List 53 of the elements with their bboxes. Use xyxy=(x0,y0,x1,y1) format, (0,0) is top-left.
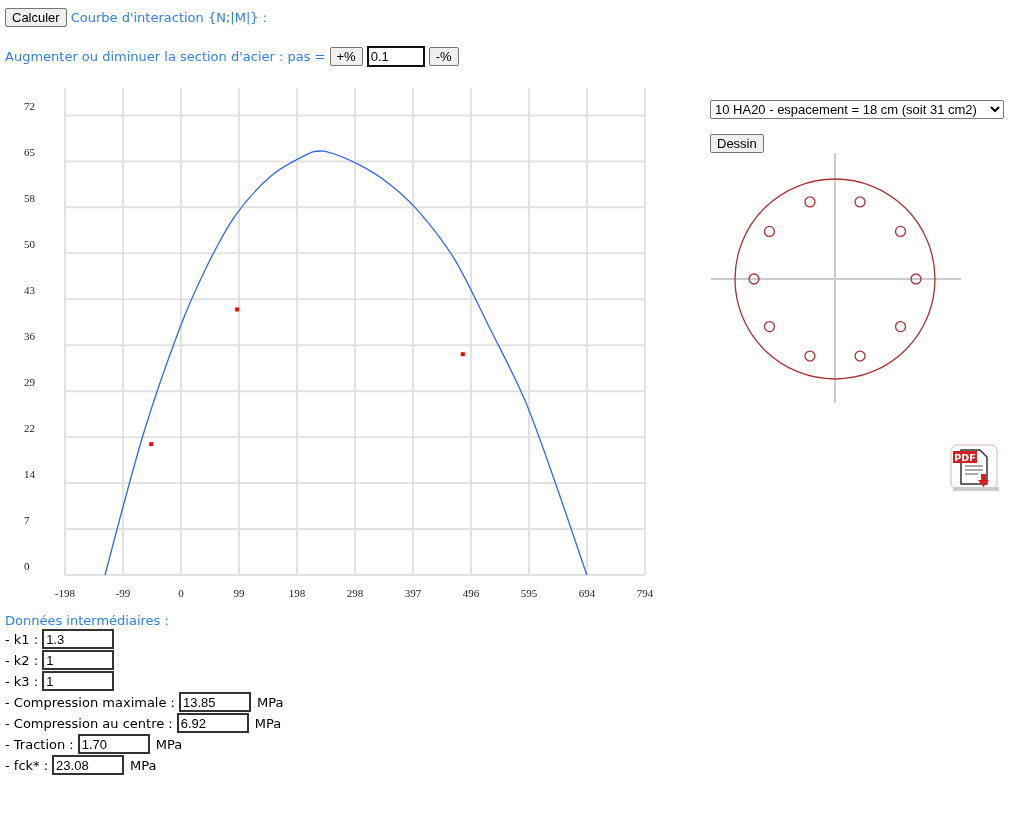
decrease-button[interactable]: -% xyxy=(428,46,459,66)
section-title: Données intermédiaires : xyxy=(5,613,169,628)
unit-label: MPa xyxy=(254,715,282,731)
unit-label: MPa xyxy=(257,694,284,710)
field-label: - k1 : xyxy=(5,631,39,647)
axis-label: 58 xyxy=(24,192,35,205)
axis-label: 595 xyxy=(520,587,538,599)
field-label: - k2 : xyxy=(5,652,39,668)
axis-label: 694 xyxy=(578,587,596,599)
value-field[interactable]: 1.70 xyxy=(77,734,150,754)
unit-label: MPa xyxy=(155,736,183,752)
axis-label: 50 xyxy=(24,238,35,251)
axis-label: 0 xyxy=(178,587,184,599)
step-field[interactable]: 0.1 xyxy=(366,45,425,67)
axis-label: 29 xyxy=(24,376,35,389)
axis-label: 0 xyxy=(24,560,30,572)
value-field[interactable]: 6.92 xyxy=(176,713,249,733)
axis-label: 99 xyxy=(233,587,245,599)
axis-label: 7 xyxy=(24,514,30,527)
data-point xyxy=(235,307,240,312)
field-label: - Traction : xyxy=(5,736,74,752)
axis-label: 72 xyxy=(24,100,35,113)
axis-label: -198 xyxy=(54,587,76,599)
axis-label: -99 xyxy=(115,587,131,599)
axis-label: 65 xyxy=(24,146,35,159)
value-field[interactable]: 13.85 xyxy=(179,692,251,712)
axis-label: 496 xyxy=(462,587,480,599)
axis-label: 794 xyxy=(636,587,654,599)
axis-label: 397 xyxy=(404,587,422,599)
calculate-button[interactable]: Calculer xyxy=(5,7,67,27)
field-label: - fck* : xyxy=(5,757,49,773)
increase-button[interactable]: +% xyxy=(329,46,363,66)
value-field[interactable]: 1.3 xyxy=(42,629,115,649)
step-label: Augmenter ou diminuer la section d'acier : pas = xyxy=(5,48,326,64)
pdf-download-icon[interactable]: PDF xyxy=(948,442,1000,492)
axis-label: 14 xyxy=(24,468,35,481)
data-point xyxy=(149,442,154,447)
axis-label: 36 xyxy=(24,330,35,343)
value-field[interactable]: 23.08 xyxy=(52,755,125,775)
field-label: - Compression maximale : xyxy=(5,694,175,710)
axis-label: 22 xyxy=(24,422,35,435)
data-point xyxy=(460,352,465,357)
curve-label: Courbe d'interaction {N;|M|} : xyxy=(70,9,268,25)
draw-button[interactable]: Dessin xyxy=(710,134,764,153)
axis-label: 198 xyxy=(288,587,306,599)
unit-label: MPa xyxy=(130,757,157,773)
value-field[interactable]: 1 xyxy=(42,671,115,691)
value-field[interactable]: 1 xyxy=(42,650,115,670)
axis-label: 43 xyxy=(24,284,35,297)
field-label: - k3 : xyxy=(5,673,39,689)
bar-layout-select[interactable]: 10 HA20 - espacement = 18 cm (soit 31 cm2) xyxy=(710,100,1004,119)
axis-label: 298 xyxy=(346,587,364,599)
field-label: - Compression au centre : xyxy=(5,715,173,731)
